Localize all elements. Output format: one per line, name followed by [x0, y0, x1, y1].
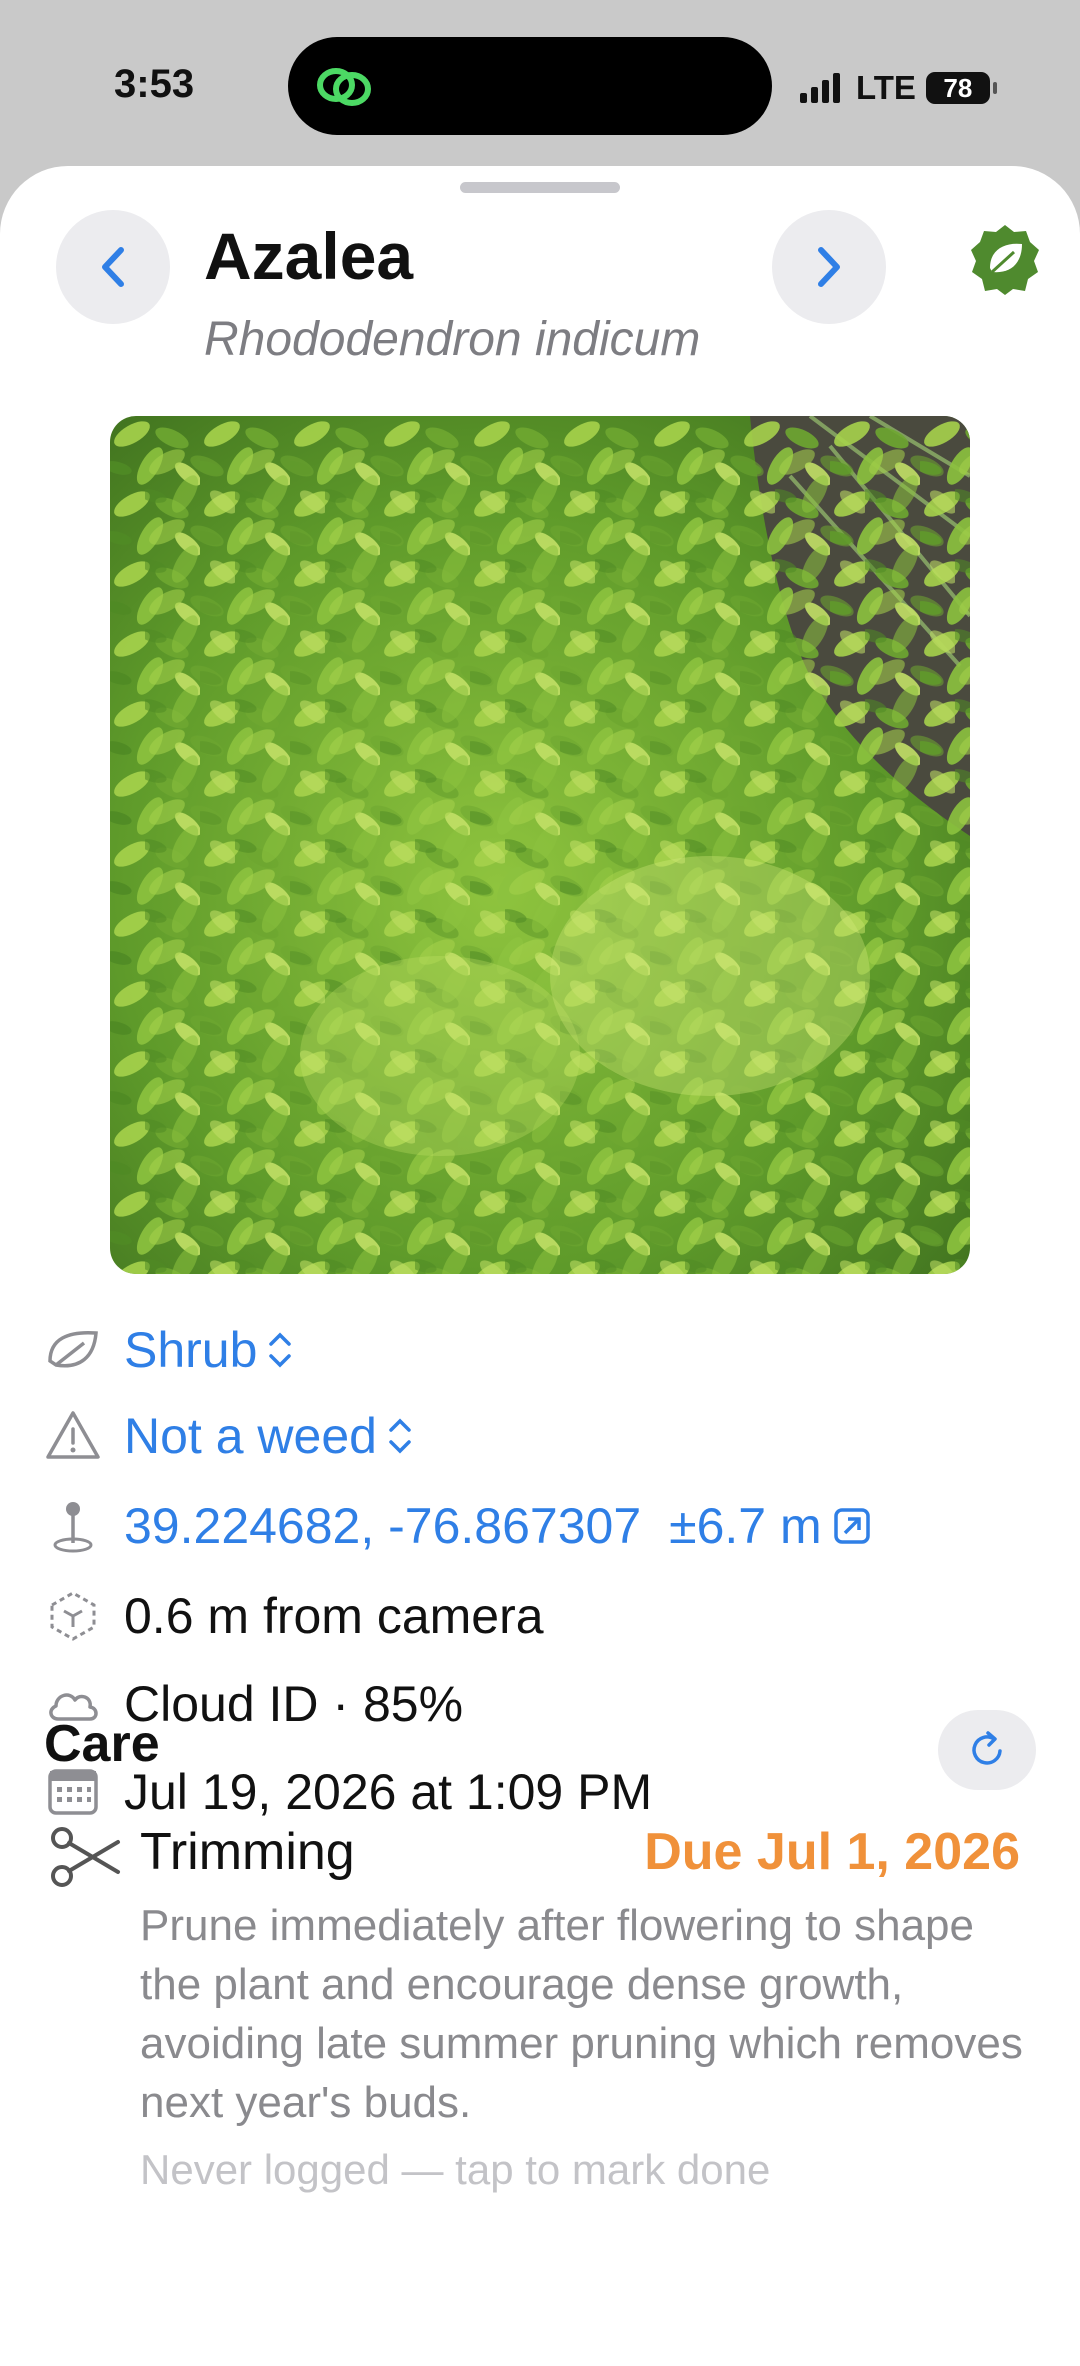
distance-text: 0.6 m from camera [124, 1588, 544, 1644]
warning-icon [46, 1411, 100, 1459]
sheet-grabber[interactable] [460, 182, 620, 193]
refresh-care-button[interactable] [938, 1710, 1036, 1790]
identification-text: Cloud ID · 85% [124, 1676, 464, 1732]
up-down-chevron-icon [389, 1418, 411, 1454]
coordinates-link[interactable]: 39.224682, -76.867307 [124, 1497, 641, 1555]
cellular-signal-icon [800, 73, 840, 103]
next-plant-button[interactable] [772, 210, 886, 324]
pin-icon [53, 1502, 93, 1553]
plant-photo[interactable] [110, 416, 970, 1274]
plant-scientific-name: Rhododendron indicum [204, 313, 701, 366]
location-accuracy: ±6.7 m [669, 1498, 822, 1554]
plant-name: Azalea [204, 219, 414, 293]
leaf-icon [48, 1330, 98, 1368]
previous-plant-button[interactable] [56, 210, 170, 324]
care-task-description: Prune immediately after flowering to sha… [140, 1901, 1023, 2127]
care-task-status[interactable]: Never logged — tap to mark done [140, 2146, 770, 2194]
weed-status-row[interactable]: Not a weed [44, 1404, 413, 1468]
status-indicators: LTE 78 [800, 66, 997, 110]
location-row[interactable]: 39.224682, -76.867307 ±6.7 m [44, 1494, 872, 1558]
leaf-badge-icon[interactable] [968, 222, 1042, 296]
plant-type-row[interactable]: Shrub [44, 1318, 293, 1382]
ar-distance-icon [50, 1591, 96, 1641]
capture-date: Jul 19, 2026 at 1:09 PM [124, 1764, 653, 1820]
network-label: LTE [856, 69, 916, 106]
external-link-icon[interactable] [832, 1506, 872, 1546]
plant-type-picker[interactable]: Shrub [124, 1321, 257, 1379]
scissors-icon [51, 1827, 120, 1887]
distance-row: 0.6 m from camera [44, 1584, 544, 1648]
care-task-due: Due Jul 1, 2026 [644, 1823, 1020, 1881]
link-app-icon [317, 68, 371, 106]
care-task-name[interactable]: Trimming [140, 1822, 355, 1882]
dynamic-island [288, 37, 772, 135]
weed-status-picker[interactable]: Not a weed [124, 1407, 377, 1465]
care-section-title: Care [44, 1715, 160, 1773]
shrub-image [110, 416, 970, 1274]
chevron-right-icon [818, 247, 840, 287]
up-down-chevron-icon [269, 1332, 292, 1368]
refresh-icon [972, 1731, 1002, 1765]
battery-icon: 78 [925, 72, 997, 104]
status-time: 3:53 [114, 62, 195, 106]
chevron-left-icon [102, 247, 124, 287]
